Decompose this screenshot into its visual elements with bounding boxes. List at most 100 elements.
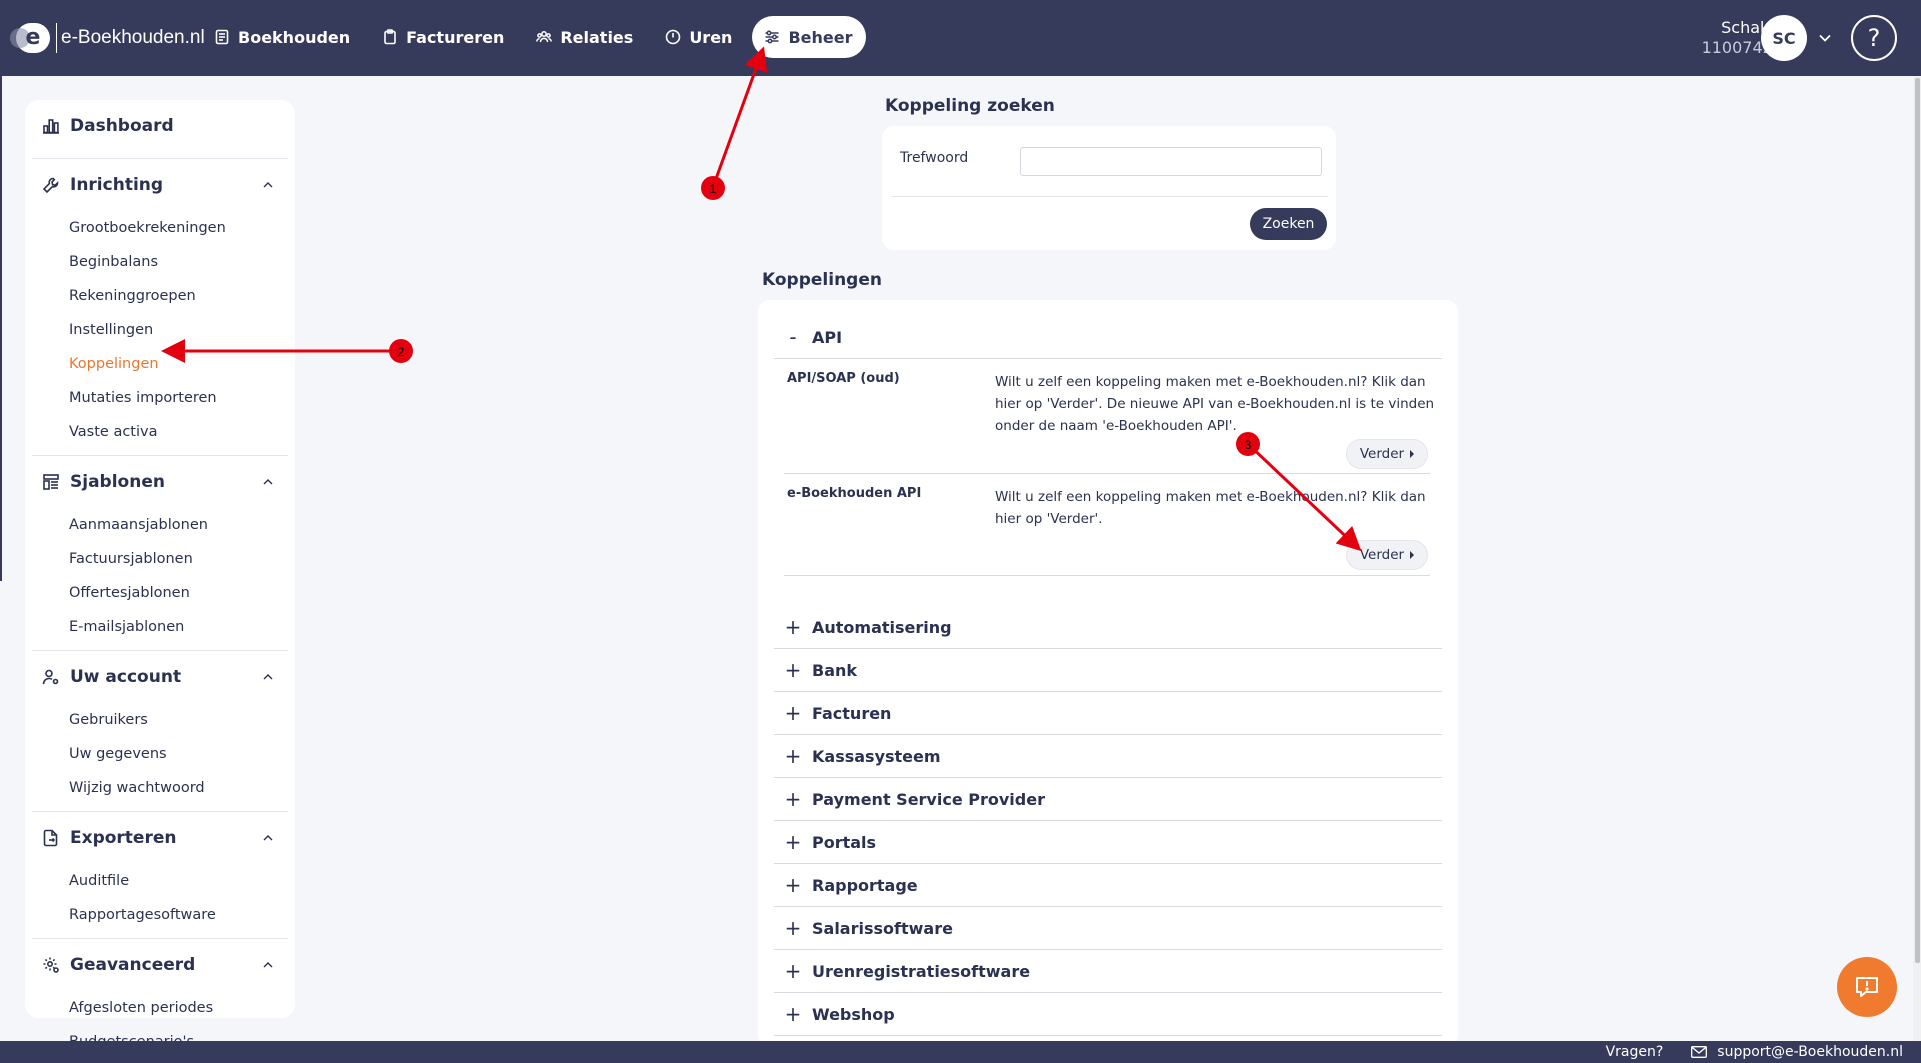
sidebar-header-uw-account[interactable]: Uw account [32,651,288,703]
template-icon [43,474,59,490]
sidebar-section-dashboard: Dashboard [32,100,288,159]
accordion-urenregistratiesoftware[interactable]: + Urenregistratiesoftware [774,950,1442,993]
nav-uren[interactable]: Uren [653,16,746,58]
plus-icon: + [784,1002,802,1026]
verder-button[interactable]: Verder [1346,439,1428,469]
file-export-icon [43,829,58,847]
avatar[interactable]: SC [1761,15,1807,61]
sidebar-item-gebruikers[interactable]: Gebruikers [32,703,288,737]
plus-icon: + [784,873,802,897]
chat-bubble-icon [1856,977,1878,997]
caret-right-icon [1410,450,1415,458]
sidebar-header-exporteren[interactable]: Exporteren [32,812,288,864]
accordion-kassasysteem[interactable]: + Kassasysteem [774,735,1442,778]
sidebar-header-inrichting[interactable]: Inrichting [32,159,288,211]
search-section-title: Koppeling zoeken [885,96,1055,116]
footer-email-link[interactable]: support@e-Boekhouden.nl [1691,1044,1903,1060]
help-button[interactable]: ? [1851,15,1897,61]
sidebar-section-sjablonen: Sjablonen Aanmaansjablonen Factuursjablo… [32,456,288,651]
top-navigation-bar: e e-Boekhouden.nl Boekhouden Factureren … [0,0,1921,76]
accordion-salarissoftware[interactable]: + Salarissoftware [774,907,1442,950]
sidebar-item-uw-gegevens[interactable]: Uw gegevens [32,737,288,771]
sidebar-item-rekeninggroepen[interactable]: Rekeninggroepen [32,279,288,313]
gear-cog-icon [43,957,59,973]
search-label: Trefwoord [900,150,969,166]
sidebar-item-rapportagesoftware[interactable]: Rapportagesoftware [32,898,288,932]
sidebar-item-offertesjablonen[interactable]: Offertesjablonen [32,576,288,610]
chevron-up-icon[interactable] [262,671,274,683]
people-icon [536,31,553,43]
sidebar-item-wijzig-wachtwoord[interactable]: Wijzig wachtwoord [32,771,288,805]
chevron-up-icon[interactable] [262,959,274,971]
accordion-facturen[interactable]: + Facturen [774,692,1442,735]
koppelingen-title: Koppelingen [762,270,882,290]
plus-icon: + [784,959,802,983]
plus-icon: + [784,787,802,811]
sidebar-item-aanmaansjablonen[interactable]: Aanmaansjablonen [32,508,288,542]
clock-icon [666,29,681,45]
wrench-icon [42,177,59,194]
sidebar-item-emailsjablonen[interactable]: E-mailsjablonen [32,610,288,644]
sidebar-item-factuursjablonen[interactable]: Factuursjablonen [32,542,288,576]
logo-text: e-Boekhouden.nl [61,27,205,48]
nav-relaties[interactable]: Relaties [524,16,647,58]
plus-icon: + [784,615,802,639]
sidebar-section-uw-account: Uw account Gebruikers Uw gegevens Wijzig… [32,651,288,812]
accordion-api[interactable]: - API [774,316,1442,359]
accordion-webshop[interactable]: + Webshop [774,993,1442,1036]
logo-mark: e [10,23,50,53]
nav-boekhouden[interactable]: Boekhouden [202,16,364,58]
sidebar-section-inrichting: Inrichting Grootboekrekeningen Beginbala… [32,159,288,456]
api-row-eboekhouden: e-Boekhouden API Wilt u zelf een koppeli… [784,474,1430,576]
plus-icon: + [784,744,802,768]
search-input[interactable] [1020,147,1322,176]
search-card: Trefwoord Zoeken [882,126,1336,250]
main-nav: Boekhouden Factureren Relaties Uren Behe… [202,16,867,58]
plus-icon: + [784,701,802,725]
accordion-payment-service-provider[interactable]: + Payment Service Provider [774,778,1442,821]
scrollbar-thumb[interactable] [1915,78,1920,963]
nav-beheer[interactable]: Beheer [752,16,867,58]
verder-button[interactable]: Verder [1346,540,1428,570]
footer: Vragen? support@e-Boekhouden.nl [0,1041,1921,1063]
mail-icon [1691,1046,1708,1058]
koppelingen-card: - API API/SOAP (oud) Wilt u zelf een kop… [758,300,1458,1046]
sidebar-item-dashboard[interactable]: Dashboard [32,100,288,152]
sidebar-item-mutaties-importeren[interactable]: Mutaties importeren [32,381,288,415]
chat-button[interactable] [1837,957,1897,1017]
collapse-icon: - [789,325,797,349]
sliders-icon [765,30,779,44]
accordion-automatisering[interactable]: + Automatisering [774,606,1442,649]
svg-text:2: 2 [398,345,405,359]
sidebar-item-afgesloten-periodes[interactable]: Afgesloten periodes [32,991,288,1025]
sidebar-header-geavanceerd[interactable]: Geavanceerd [32,939,288,991]
sidebar-item-vaste-activa[interactable]: Vaste activa [32,415,288,449]
chevron-up-icon[interactable] [262,832,274,844]
sidebar-item-koppelingen[interactable]: Koppelingen [32,347,288,381]
accordion-portals[interactable]: + Portals [774,821,1442,864]
sidebar-item-beginbalans[interactable]: Beginbalans [32,245,288,279]
sidebar-item-auditfile[interactable]: Auditfile [32,864,288,898]
accordion-rapportage[interactable]: + Rapportage [774,864,1442,907]
nav-factureren[interactable]: Factureren [370,16,518,58]
chevron-down-icon[interactable] [1817,30,1833,46]
user-gear-icon [42,669,59,685]
clipboard-icon [384,29,396,45]
plus-icon: + [784,658,802,682]
svg-text:1: 1 [710,182,717,196]
bar-chart-icon [43,119,59,134]
sidebar-item-instellingen[interactable]: Instellingen [32,313,288,347]
chevron-up-icon[interactable] [262,476,274,488]
ledger-icon [215,29,229,45]
logo[interactable]: e e-Boekhouden.nl [10,22,205,54]
search-button[interactable]: Zoeken [1250,208,1327,240]
sidebar-header-sjablonen[interactable]: Sjablonen [32,456,288,508]
accordion-bank[interactable]: + Bank [774,649,1442,692]
api-row-soap: API/SOAP (oud) Wilt u zelf een koppeling… [784,359,1434,474]
sidebar-item-grootboekrekeningen[interactable]: Grootboekrekeningen [32,211,288,245]
caret-right-icon [1410,551,1415,559]
plus-icon: + [784,916,802,940]
chevron-up-icon[interactable] [262,179,274,191]
plus-icon: + [784,830,802,854]
footer-questions[interactable]: Vragen? [1606,1044,1664,1060]
